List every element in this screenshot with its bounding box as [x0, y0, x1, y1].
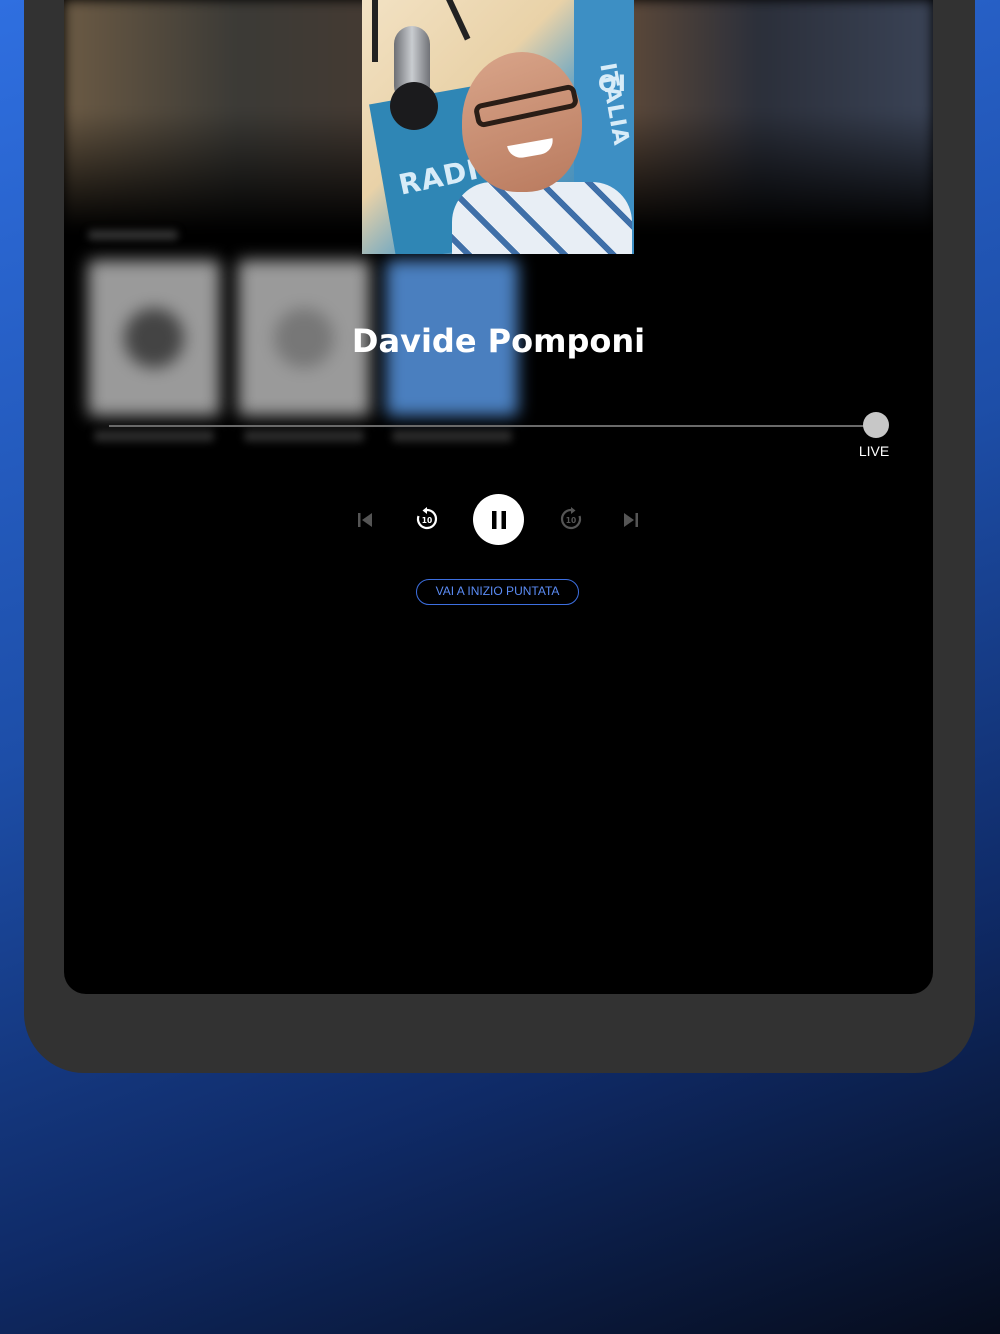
progress-thumb[interactable]	[863, 412, 889, 438]
live-label: LIVE	[858, 443, 890, 459]
rewind-seconds: 10	[422, 516, 432, 525]
next-button[interactable]	[616, 505, 646, 535]
skip-next-icon	[624, 513, 638, 527]
cover-text: OI	[598, 72, 627, 97]
pause-button[interactable]	[473, 494, 524, 545]
jump-to-start-button[interactable]: VAI A INIZIO PUNTATA	[416, 579, 579, 605]
player-screen: RADIO ITALIA OI Davide Pomponi LIVE 10 1…	[64, 0, 933, 994]
program-title: Davide Pomponi	[351, 322, 646, 360]
rewind-button[interactable]: 10	[410, 502, 444, 536]
device-frame: RADIO ITALIA OI Davide Pomponi LIVE 10 1…	[24, 0, 975, 1073]
blurred-caption	[94, 430, 214, 442]
previous-button[interactable]	[350, 505, 380, 535]
blurred-caption	[392, 430, 512, 442]
blurred-section-label	[88, 230, 178, 240]
blurred-caption	[244, 430, 364, 442]
cover-art: RADIO ITALIA OI	[362, 0, 634, 254]
forward-10-icon: 10	[560, 507, 582, 530]
progress-track[interactable]	[109, 425, 875, 427]
pause-icon	[491, 510, 506, 529]
forward-button[interactable]: 10	[554, 502, 588, 536]
skip-previous-icon	[358, 513, 372, 527]
rewind-10-icon: 10	[416, 507, 438, 530]
forward-seconds: 10	[566, 516, 576, 525]
